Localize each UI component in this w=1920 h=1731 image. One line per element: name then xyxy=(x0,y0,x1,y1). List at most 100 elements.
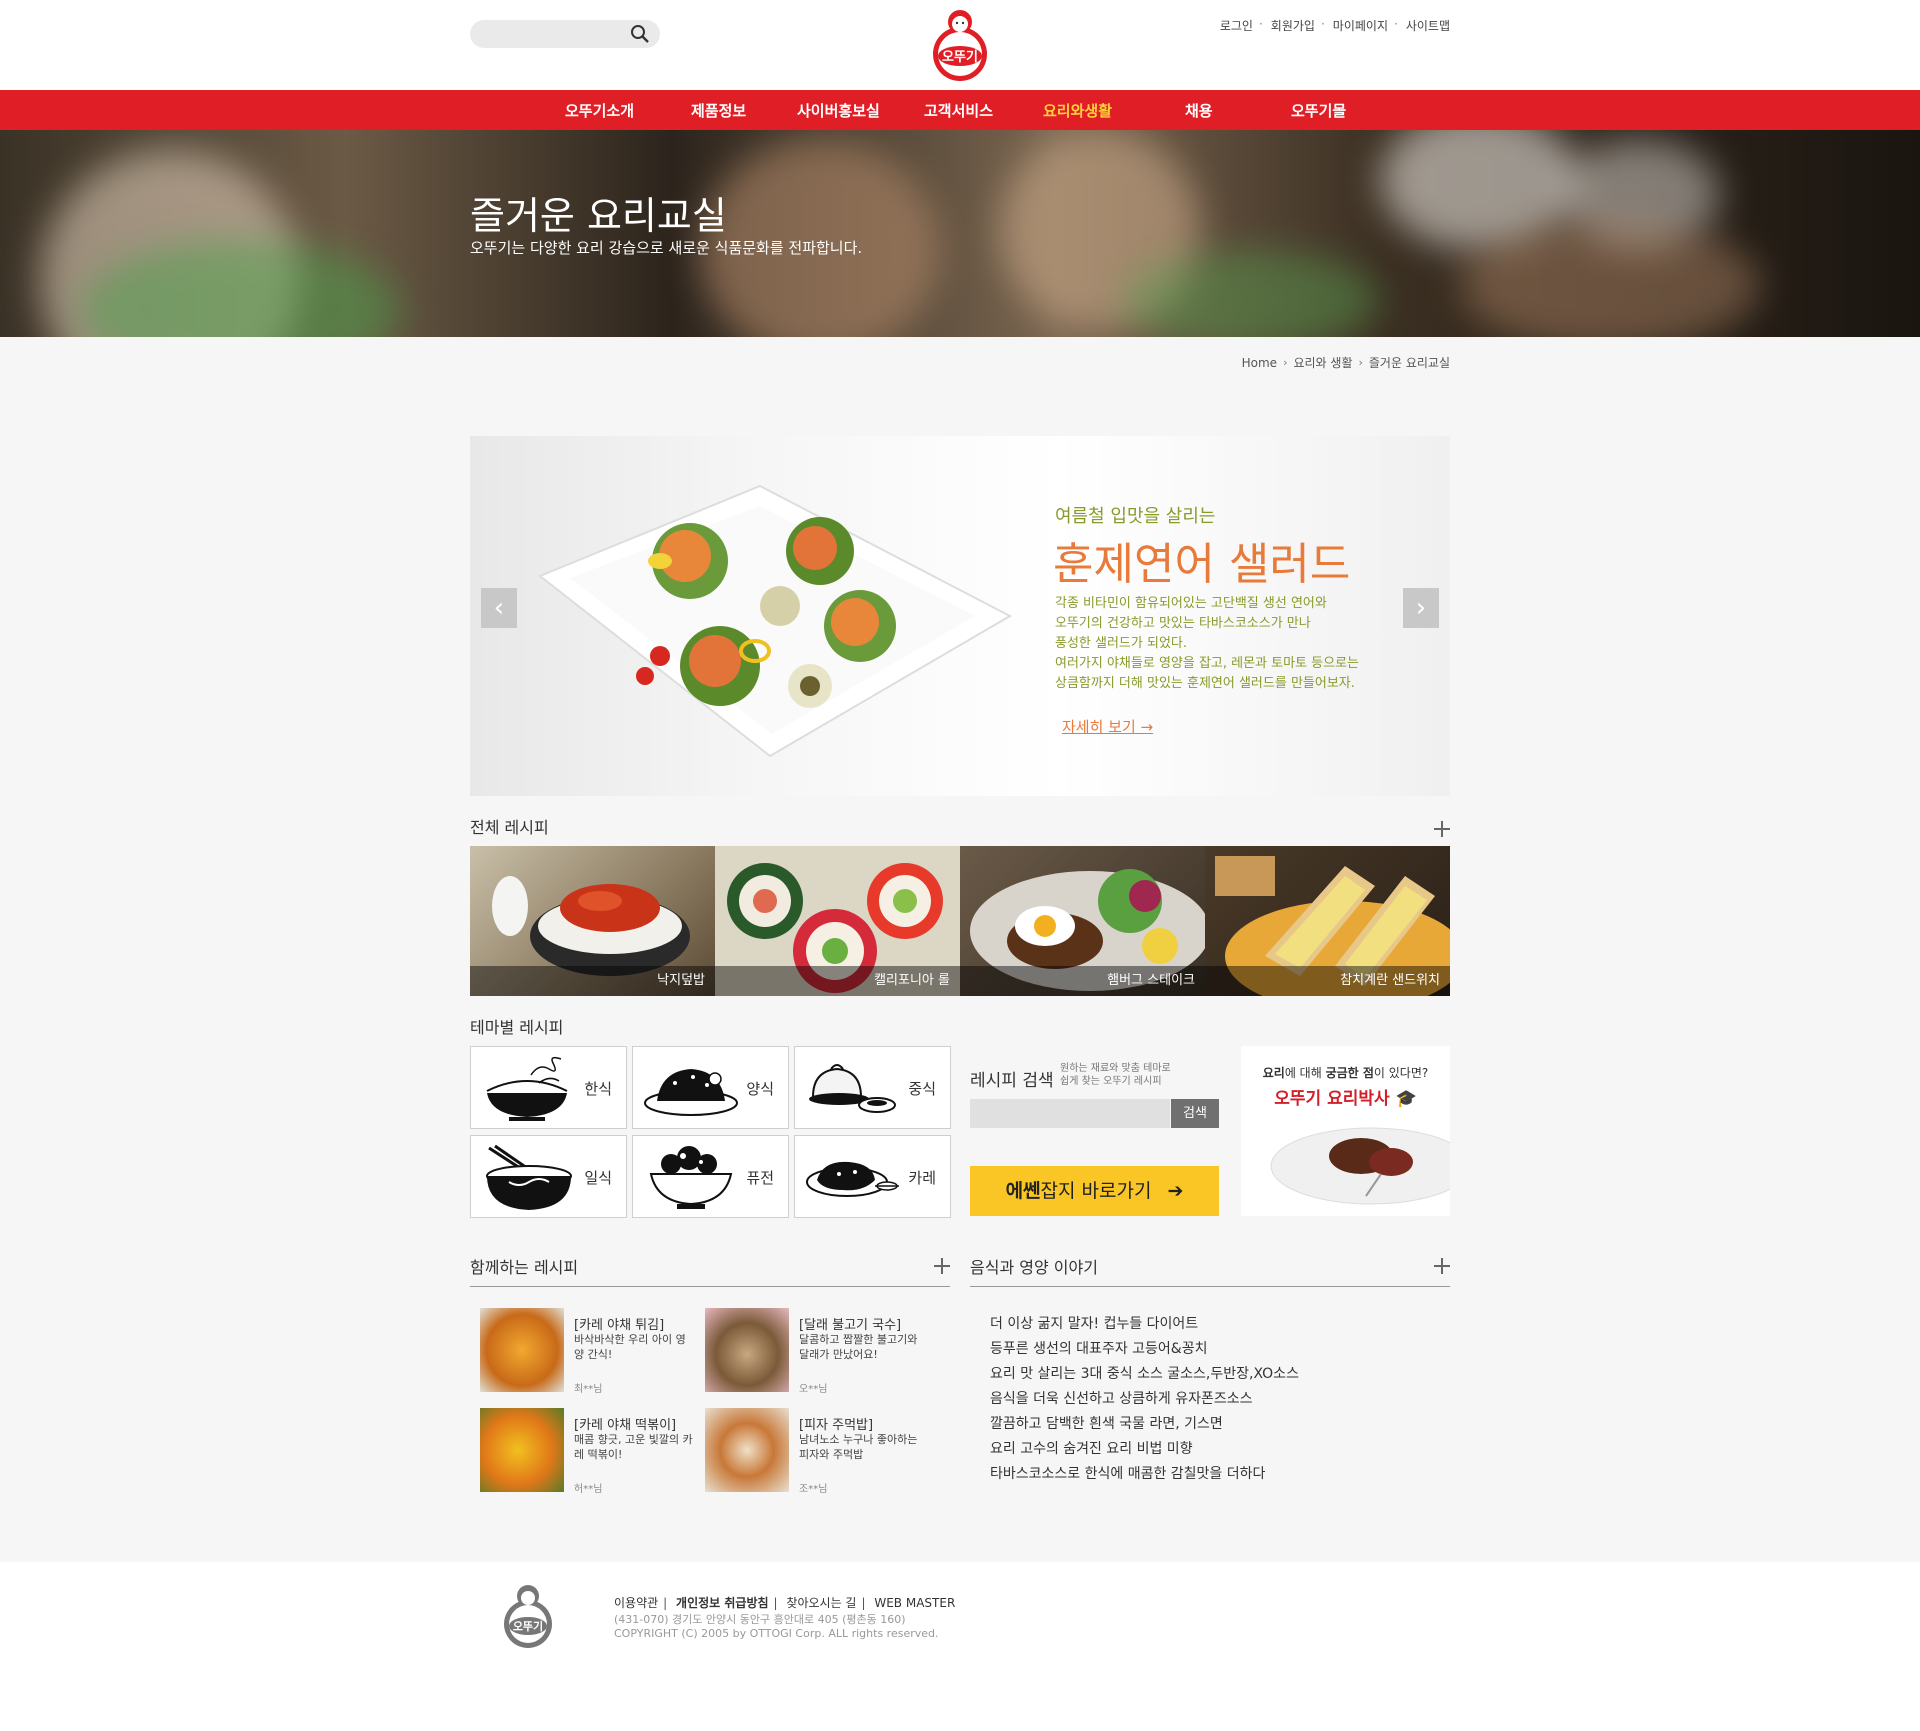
footer-logo: 오뚜기 xyxy=(504,1585,552,1648)
more-together-icon[interactable] xyxy=(934,1258,950,1274)
more-all-recipes-icon[interactable] xyxy=(1434,821,1450,837)
nav-item-service[interactable]: 고객서비스 xyxy=(924,100,993,121)
arrow-right-icon: ➔ xyxy=(1167,1180,1184,1202)
recipe-card[interactable]: 캘리포니아 롤 xyxy=(715,846,960,996)
story-link[interactable]: 음식을 더욱 신선하고 상큼하게 유자폰즈소스 xyxy=(990,1387,1299,1412)
nav-item-pr[interactable]: 사이버홍보실 xyxy=(797,100,880,121)
more-story-icon[interactable] xyxy=(1434,1258,1450,1274)
hero-banner: 즐거운 요리교실 오뚜기는 다양한 요리 강습으로 새로운 식품문화를 전파합니… xyxy=(0,130,1920,337)
breadcrumb-home[interactable]: Home xyxy=(1242,356,1277,370)
theme-label: 퓨전 xyxy=(746,1169,774,1187)
together-item[interactable]: [피자 주먹밥] 남녀노소 누구나 좋아하는 피자와 주먹밥 조**님 xyxy=(705,1408,917,1495)
theme-western[interactable]: 양식 xyxy=(632,1046,789,1129)
login-link[interactable]: 로그인 xyxy=(1212,17,1253,34)
cooking-doctor-banner[interactable]: 요리에 대해 궁금한 점이 있다면? 오뚜기 요리박사 🎓 xyxy=(1241,1046,1450,1216)
recipe-card[interactable]: 참치계란 샌드위치 xyxy=(1205,846,1450,996)
theme-label: 양식 xyxy=(746,1080,774,1098)
steak-icon xyxy=(644,1069,738,1116)
essen-magazine-button[interactable]: 에쎈잡지 바로가기 ➔ xyxy=(970,1166,1219,1216)
recipe-card[interactable]: 낙지덮밥 xyxy=(470,846,715,996)
story-link[interactable]: 요리 맛 살리는 3대 중식 소스 굴소스,두반장,XO소스 xyxy=(990,1362,1299,1387)
salad-bowl-icon xyxy=(649,1146,733,1209)
logo-text: 오뚜기 xyxy=(942,50,978,65)
food-story-list: 더 이상 굶지 말자! 컵누들 다이어트 등푸른 생선의 대표주자 고등어&꽁치… xyxy=(990,1312,1299,1487)
recipe-card[interactable]: 햄버그 스테이크 xyxy=(960,846,1205,996)
breadcrumb-current: 즐거운 요리교실 xyxy=(1368,356,1450,370)
theme-fusion[interactable]: 퓨전 xyxy=(632,1135,789,1218)
dumpling-icon xyxy=(809,1064,896,1113)
all-recipes-list: 낙지덮밥 캘리포니아 롤 햄버그 스테이크 참치계란 샌드위치 xyxy=(470,846,1450,996)
hero-subtitle: 오뚜기는 다양한 요리 강습으로 새로운 식품문화를 전파합니다. xyxy=(470,239,863,257)
chevron-right-icon: › xyxy=(1358,356,1363,369)
recipe-card-caption: 참치계란 샌드위치 xyxy=(1205,966,1450,996)
theme-curry[interactable]: 카레 xyxy=(794,1135,951,1218)
recipe-search-description: 원하는 재료와 맞춤 테마로 쉽게 찾는 오뚜기 레시피 xyxy=(1060,1063,1171,1087)
terms-link[interactable]: 이용약관 xyxy=(614,1596,658,1610)
nav-item-recruit[interactable]: 채용 xyxy=(1185,100,1213,121)
breadcrumb-cooking[interactable]: 요리와 생활 xyxy=(1293,354,1352,371)
slide-title: 훈제연어 샐러드 xyxy=(1053,539,1351,590)
theme-japanese[interactable]: 일식 xyxy=(470,1135,627,1218)
slider-prev-button[interactable]: ‹ xyxy=(481,588,517,628)
ottogi-logo[interactable]: 오뚜기 xyxy=(924,6,996,82)
slide-more-link[interactable]: 자세히 보기 → xyxy=(1062,716,1153,737)
footer-address: (431-070) 경기도 안양시 동안구 흥안대로 405 (평촌동 160)… xyxy=(614,1613,939,1640)
directions-link[interactable]: 찾아오시는 길 xyxy=(786,1596,856,1610)
story-link[interactable]: 요리 고수의 숨겨진 요리 비법 미향 xyxy=(990,1437,1299,1462)
theme-chinese[interactable]: 중식 xyxy=(794,1046,951,1129)
curry-plate-icon xyxy=(806,1161,899,1197)
footer-links: 이용약관 | 개인정보 취급방침 | 찾아오시는 길 | WEB MASTER xyxy=(614,1596,956,1610)
recipe-search-button[interactable]: 검색 xyxy=(1171,1099,1219,1128)
nav-item-products[interactable]: 제품정보 xyxy=(691,100,746,121)
chevron-left-icon: ‹ xyxy=(493,593,505,623)
nav-item-cooking[interactable]: 요리와생활 xyxy=(1043,100,1112,121)
theme-label: 일식 xyxy=(584,1169,612,1187)
theme-korean[interactable]: 한식 xyxy=(470,1046,627,1129)
chevron-right-icon: › xyxy=(1283,356,1288,369)
steak-plate-image xyxy=(1270,1127,1450,1205)
recipe-search-title: 레시피 검색 xyxy=(970,1071,1054,1091)
utility-links: 로그인 · 회원가입 · 마이페이지 · 사이트맵 xyxy=(1212,17,1450,34)
theme-label: 중식 xyxy=(908,1080,936,1098)
theme-label: 카레 xyxy=(908,1169,936,1187)
together-thumbnail xyxy=(705,1308,789,1392)
header: 오뚜기 로그인 · 회원가입 · 마이페이지 · 사이트맵 xyxy=(0,0,1920,90)
together-item[interactable]: [카레 야채 떡볶이] 매콤 향긋, 고운 빛깔의 카레 떡볶이! 허**님 xyxy=(480,1408,693,1495)
together-thumbnail xyxy=(705,1408,789,1492)
theme-grid: 한식 양식 중식 일식 퓨전 카레 xyxy=(470,1046,951,1218)
privacy-link[interactable]: 개인정보 취급방침 xyxy=(676,1596,769,1610)
hero-title: 즐거운 요리교실 xyxy=(470,194,727,238)
footer: 오뚜기 이용약관 | 개인정보 취급방침 | 찾아오시는 길 | WEB MASTER… xyxy=(0,1562,1920,1731)
recipe-search-input[interactable] xyxy=(970,1099,1170,1128)
together-item[interactable]: [카레 야채 튀김] 바삭바삭한 우리 아이 영양 간식! 최**님 xyxy=(480,1308,690,1395)
sitemap-link[interactable]: 사이트맵 xyxy=(1398,17,1450,34)
all-recipes-title: 전체 레시피 xyxy=(470,818,549,837)
ramen-bowl-icon xyxy=(486,1144,572,1210)
together-thumbnail xyxy=(480,1408,564,1492)
story-link[interactable]: 더 이상 굶지 말자! 컵누들 다이어트 xyxy=(990,1312,1299,1337)
story-link[interactable]: 등푸른 생선의 대표주자 고등어&꽁치 xyxy=(990,1337,1299,1362)
salmon-salad-image xyxy=(538,484,1013,758)
divider xyxy=(970,1286,1450,1287)
food-story-title: 음식과 영양 이야기 xyxy=(970,1258,1098,1277)
featured-slider: 여름철 입맛을 살리는 훈제연어 샐러드 각종 비타민이 함유되어있는 고단백질… xyxy=(470,436,1450,796)
search-input[interactable] xyxy=(482,24,622,44)
divider xyxy=(470,1286,950,1287)
slider-next-button[interactable]: › xyxy=(1403,588,1439,628)
main-nav: 오뚜기소개 제품정보 사이버홍보실 고객서비스 요리와생활 채용 오뚜기몰 xyxy=(0,90,1920,130)
story-link[interactable]: 타바스코소스로 한식에 매콤한 감칠맛을 더하다 xyxy=(990,1462,1299,1487)
rice-bowl-icon xyxy=(486,1056,568,1121)
recipe-card-caption: 낙지덮밥 xyxy=(470,966,715,996)
theme-label: 한식 xyxy=(584,1080,612,1098)
slide-subtitle: 여름철 입맛을 살리는 xyxy=(1055,506,1216,527)
join-link[interactable]: 회원가입 xyxy=(1263,17,1315,34)
search-icon[interactable] xyxy=(630,24,650,44)
together-item[interactable]: [달래 불고기 국수] 달콤하고 짭짤한 불고기와 달래가 만났어요! 오**님 xyxy=(705,1308,917,1395)
mypage-link[interactable]: 마이페이지 xyxy=(1325,17,1388,34)
nav-item-about[interactable]: 오뚜기소개 xyxy=(565,100,634,121)
webmaster-link[interactable]: WEB MASTER xyxy=(874,1596,955,1610)
breadcrumb: Home › 요리와 생활 › 즐거운 요리교실 xyxy=(1242,354,1450,371)
nav-item-mall[interactable]: 오뚜기몰 xyxy=(1291,100,1346,121)
story-link[interactable]: 깔끔하고 담백한 흰색 국물 라면, 기스면 xyxy=(990,1412,1299,1437)
slide-description: 각종 비타민이 함유되어있는 고단백질 생선 연어와 오뚜기의 건강하고 맛있는… xyxy=(1055,596,1360,691)
